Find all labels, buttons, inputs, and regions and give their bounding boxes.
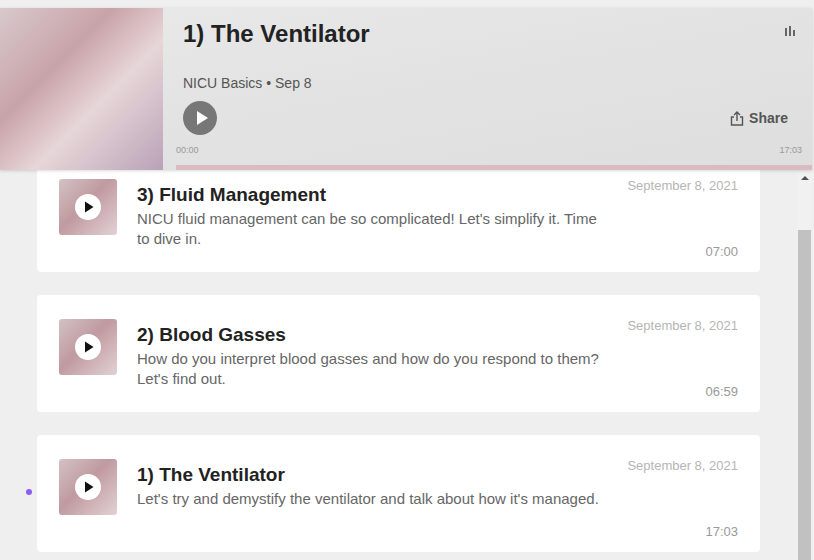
scroll-thumb[interactable] xyxy=(798,230,811,560)
equalizer-icon[interactable] xyxy=(785,26,797,36)
play-icon xyxy=(84,481,94,493)
progress-bar[interactable] xyxy=(176,165,812,170)
total-time: 17:03 xyxy=(779,144,802,156)
time-row: 00:00 17:03 xyxy=(176,144,812,156)
episode-list: 3) Fluid Management NICU fluid managemen… xyxy=(0,170,797,560)
player: 1) The Ventilator NICU Basics • Sep 8 Sh… xyxy=(0,8,812,170)
share-label: Share xyxy=(749,110,788,126)
podcast-page: 1) The Ventilator NICU Basics • Sep 8 Sh… xyxy=(0,0,814,560)
episode-thumbnail[interactable] xyxy=(59,459,117,515)
episode-card[interactable]: 1) The Ventilator Let's try and demystif… xyxy=(37,435,760,552)
episode-text: 3) Fluid Management NICU fluid managemen… xyxy=(137,179,617,260)
scroll-up-icon[interactable] xyxy=(801,176,809,180)
episode-info: September 8, 2021 06:59 xyxy=(627,319,738,400)
episode-info: September 8, 2021 07:00 xyxy=(627,179,738,260)
episode-title[interactable]: 3) Fluid Management xyxy=(137,182,617,208)
title-row: 1) The Ventilator xyxy=(176,8,812,48)
current-episode-dot xyxy=(26,489,32,495)
episode-title[interactable]: 2) Blood Gasses xyxy=(137,322,617,348)
episode-duration: 06:59 xyxy=(705,384,738,400)
episode-text: 2) Blood Gasses How do you interpret blo… xyxy=(137,319,617,400)
episode-play-button[interactable] xyxy=(75,334,101,360)
episode-duration: 17:03 xyxy=(705,524,738,540)
episode-list-area: 3) Fluid Management NICU fluid managemen… xyxy=(0,170,812,560)
play-icon xyxy=(195,110,209,126)
controls: Share xyxy=(176,101,812,135)
progress-fill xyxy=(176,165,812,170)
play-icon xyxy=(84,201,94,213)
episode-description: Let's try and demystify the ventilator a… xyxy=(137,489,607,509)
player-meta: NICU Basics • Sep 8 xyxy=(176,74,812,92)
episode-description: NICU fluid management can be so complica… xyxy=(137,209,607,249)
episode-play-button[interactable] xyxy=(75,474,101,500)
episode-thumbnail[interactable] xyxy=(59,319,117,375)
elapsed-time: 00:00 xyxy=(176,144,199,156)
cover-art xyxy=(0,8,163,170)
share-button[interactable]: Share xyxy=(730,110,788,126)
episode-date: September 8, 2021 xyxy=(627,318,738,334)
episode-card[interactable]: 3) Fluid Management NICU fluid managemen… xyxy=(37,170,760,272)
episode-duration: 07:00 xyxy=(705,244,738,260)
share-icon xyxy=(730,111,744,126)
episode-title[interactable]: 1) The Ventilator xyxy=(137,462,617,488)
episode-date: September 8, 2021 xyxy=(627,458,738,474)
episode-info: September 8, 2021 17:03 xyxy=(627,459,738,540)
episode-text: 1) The Ventilator Let's try and demystif… xyxy=(137,459,617,540)
play-icon xyxy=(84,341,94,353)
episode-thumbnail[interactable] xyxy=(59,179,117,235)
episode-play-button[interactable] xyxy=(75,194,101,220)
scrollbar[interactable] xyxy=(797,170,812,560)
episode-card[interactable]: 2) Blood Gasses How do you interpret blo… xyxy=(37,295,760,412)
episode-description: How do you interpret blood gasses and ho… xyxy=(137,349,607,389)
player-title: 1) The Ventilator xyxy=(183,20,370,48)
play-button[interactable] xyxy=(183,101,217,135)
player-main: 1) The Ventilator NICU Basics • Sep 8 Sh… xyxy=(163,8,812,170)
episode-date: September 8, 2021 xyxy=(627,178,738,194)
